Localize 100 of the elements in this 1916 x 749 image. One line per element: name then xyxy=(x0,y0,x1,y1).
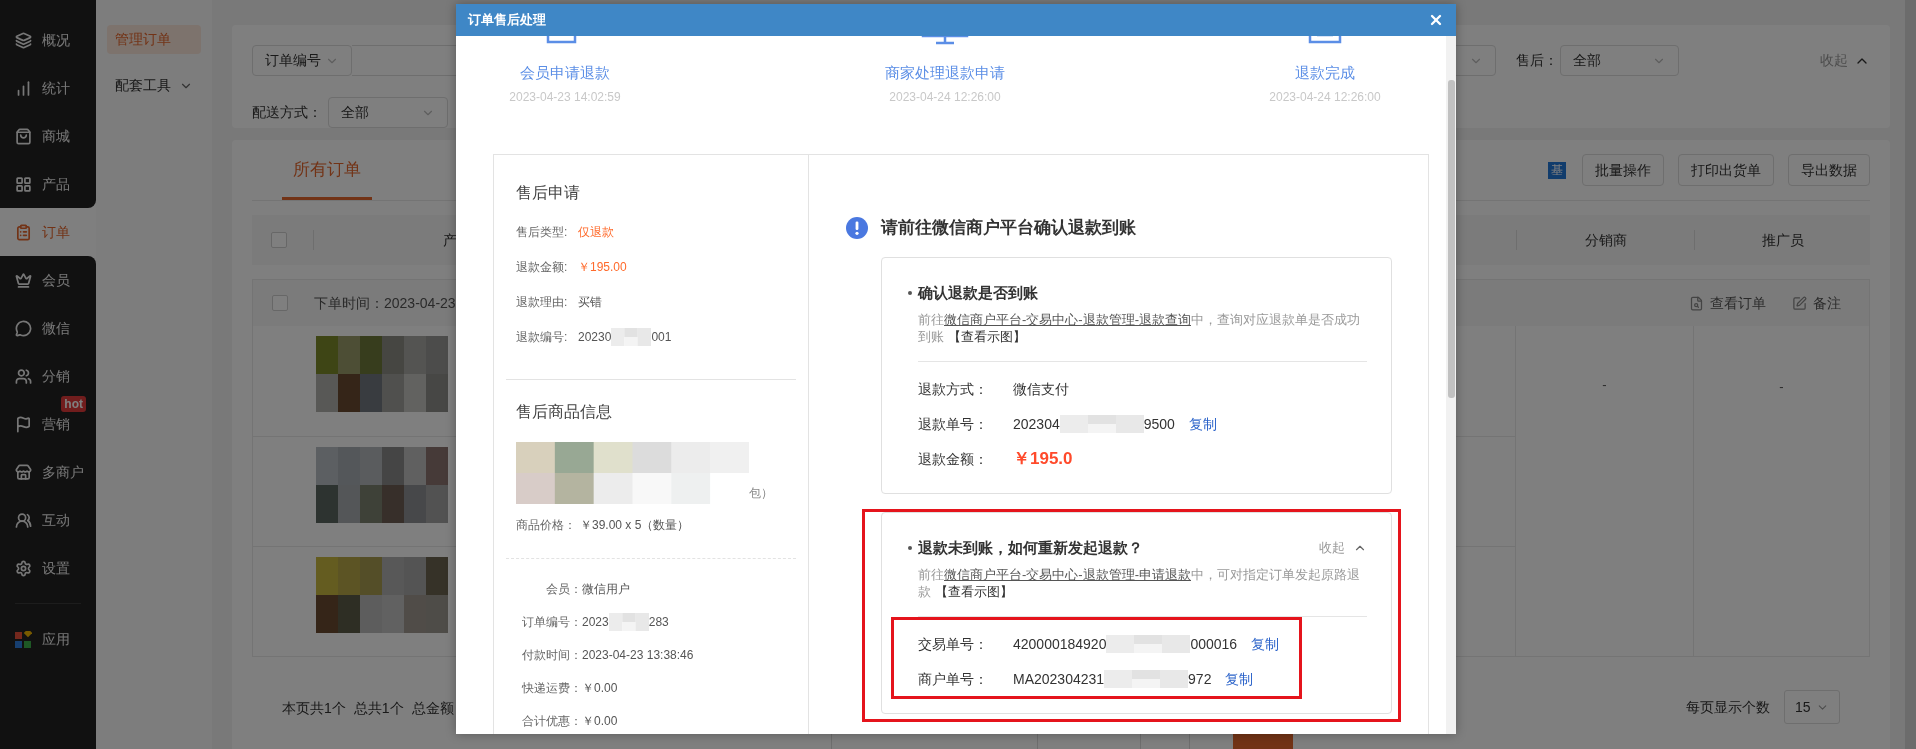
close-icon xyxy=(1428,12,1444,28)
sidebar-item[interactable]: 会员 xyxy=(0,256,96,304)
column-header: 产 xyxy=(443,232,457,248)
product-name: 包） xyxy=(749,485,773,502)
redaction-mosaic xyxy=(611,328,652,346)
sidebar-item[interactable]: 概况 xyxy=(0,16,96,64)
column-header: 分销商 xyxy=(1584,230,1627,250)
sidebar-item[interactable]: 统计 xyxy=(0,64,96,112)
copy-link[interactable]: 复制 xyxy=(1251,633,1280,655)
field-label: 退款理由: xyxy=(516,294,569,311)
grid-icon xyxy=(15,175,32,193)
card-title: 退款未到账，如何重新发起退款？ xyxy=(918,538,1143,558)
subnav-item[interactable]: 配套工具 xyxy=(107,71,201,100)
field-value: ￥0.00 xyxy=(582,680,618,697)
section-title: 售后商品信息 xyxy=(516,402,613,422)
field-value: ￥195.0 xyxy=(1013,448,1073,471)
order-action[interactable]: 备注 xyxy=(1792,292,1841,314)
field-label: 合计优惠： xyxy=(521,713,582,730)
toolbar-button[interactable]: 导出数据 xyxy=(1788,154,1870,186)
flag-icon xyxy=(15,415,32,433)
field-label: 快递运费： xyxy=(521,680,582,697)
users-icon xyxy=(15,511,32,529)
layers-icon xyxy=(15,31,32,49)
sidebar-item[interactable]: 微信 xyxy=(0,304,96,352)
field-value: 2023 xyxy=(582,614,609,631)
field-label: 交易单号： xyxy=(918,634,989,654)
toolbar-button[interactable]: 打印出货单 xyxy=(1678,154,1774,186)
settings-icon xyxy=(15,559,32,577)
redaction-mosaic xyxy=(608,613,649,631)
sidebar-item[interactable]: 分销 xyxy=(0,352,96,400)
field-value: 420000184920 xyxy=(1013,634,1107,654)
page-size-select[interactable]: 15 xyxy=(1784,690,1840,724)
field-value: ￥0.00 xyxy=(582,713,618,730)
field-label: 售后类型: xyxy=(516,224,569,241)
apps-icon xyxy=(15,630,32,648)
field-label: 付款时间： xyxy=(521,647,582,664)
copy-link[interactable]: 复制 xyxy=(1188,413,1217,435)
select-value: 全部 xyxy=(1573,51,1601,70)
dialog-scrollbar[interactable] xyxy=(1446,36,1456,734)
store-icon xyxy=(15,463,32,481)
sidebar-item[interactable]: 设置 xyxy=(0,544,96,592)
order-action[interactable]: 查看订单 xyxy=(1689,292,1766,314)
field-value: 微信用户 xyxy=(582,581,630,598)
field-value: 9500 xyxy=(1143,414,1175,434)
shipping-select[interactable]: 全部 xyxy=(328,97,448,128)
sidebar-item[interactable]: 互动 xyxy=(0,496,96,544)
alert-icon xyxy=(846,217,868,239)
collapse-button[interactable]: 收起 xyxy=(1319,538,1367,558)
step-title: 商家处理退款申请 xyxy=(885,63,1005,83)
order-tab[interactable]: 所有订单 xyxy=(282,140,372,200)
field-label: 退款单号： xyxy=(918,414,989,434)
card-description: 前往微信商户平台-交易中心-退款管理-退款查询中，查询对应退款单是否成功到账 【查看示图】 xyxy=(918,311,1361,345)
platform-link[interactable]: 微信商户平台-交易中心-退款管理-退款查询 xyxy=(944,312,1191,327)
card-description: 前往微信商户平台-交易中心-退款管理-申请退款中，可对指定订单发起原路退款 【查看示图】 xyxy=(918,566,1361,600)
search-type-select[interactable]: 订单编号 xyxy=(252,45,352,76)
checkbox[interactable] xyxy=(272,295,288,311)
field-value: 微信支付 xyxy=(1013,379,1069,399)
step-title: 退款完成 xyxy=(1295,63,1355,83)
field-label: 订单编号： xyxy=(521,614,582,631)
hot-badge: hot xyxy=(61,396,86,412)
step-title: 会员申请退款 xyxy=(520,63,610,83)
page-size-label: 每页显示个数 xyxy=(1686,697,1770,717)
field-value: MA202304231 xyxy=(1013,669,1105,689)
field-value: 972 xyxy=(1188,669,1212,689)
field-label: 商户单号： xyxy=(918,669,989,689)
example-link[interactable]: 【查看示图】 xyxy=(948,329,1026,344)
filter-label: 配送方式： xyxy=(252,103,322,122)
checkbox[interactable] xyxy=(271,232,287,248)
sidebar-item[interactable]: 应用 xyxy=(0,615,96,663)
platform-link[interactable]: 微信商户平台-交易中心-退款管理-申请退款 xyxy=(944,567,1191,582)
table-cell: - xyxy=(1779,379,1784,394)
copy-link[interactable]: 复制 xyxy=(1225,668,1254,690)
field-label: 退款编号: xyxy=(516,329,569,346)
toolbar-button[interactable]: 批量操作 xyxy=(1582,154,1664,186)
column-header: 推广员 xyxy=(1761,230,1804,250)
sidebar-item[interactable]: 多商户 xyxy=(0,448,96,496)
crown-icon xyxy=(15,271,32,289)
tag-icon: 基 xyxy=(1548,161,1566,179)
field-value: 仅退款 xyxy=(578,224,614,241)
select-value: 全部 xyxy=(341,103,369,122)
field-value: 2023-04-23 13:38:46 xyxy=(582,647,694,664)
dialog-title: 订单售后处理 xyxy=(468,11,546,30)
bullet-icon xyxy=(908,546,912,550)
bag-icon xyxy=(15,127,32,145)
after-sale-select[interactable]: 全部 xyxy=(1560,45,1679,76)
close-button[interactable] xyxy=(1428,12,1444,28)
summary-text: 总共1个 xyxy=(353,699,404,718)
field-value: 买错 xyxy=(578,294,602,311)
order-time: 下单时间：2023-04-23 xyxy=(314,293,456,313)
field-label: 商品价格： xyxy=(516,517,576,534)
filter-label: 售后： xyxy=(1516,51,1558,70)
section-title: 售后申请 xyxy=(516,183,581,203)
bullet-icon xyxy=(908,291,912,295)
field-value: 283 xyxy=(648,614,669,631)
file-search-icon xyxy=(1689,295,1704,311)
summary-text: 总金额 xyxy=(411,699,454,718)
sidebar-item[interactable]: 产品 xyxy=(0,160,96,208)
select-value: 订单编号 xyxy=(265,51,321,70)
example-link[interactable]: 【查看示图】 xyxy=(935,584,1013,599)
sidebar-item[interactable]: 商城 xyxy=(0,112,96,160)
